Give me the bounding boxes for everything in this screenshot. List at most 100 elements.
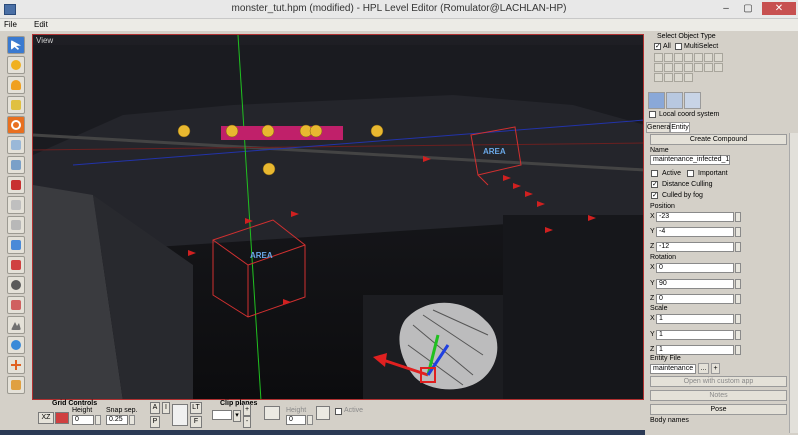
open-custom-app-button[interactable]: Open with custom app — [650, 376, 787, 387]
scale-x-input[interactable]: 1 — [656, 314, 734, 324]
entity-file-browse-button[interactable]: ... — [698, 363, 709, 374]
static-object-tool-button[interactable] — [7, 176, 25, 194]
type-filter-11[interactable] — [684, 63, 693, 72]
f-button[interactable]: F — [190, 416, 202, 428]
type-filter-5[interactable] — [694, 53, 703, 62]
fog-tool-button[interactable] — [7, 296, 25, 314]
scale-x-stepper[interactable] — [735, 314, 741, 324]
type-filter-9[interactable] — [664, 63, 673, 72]
position-x-stepper[interactable] — [735, 212, 741, 222]
scale-mode-button[interactable] — [684, 92, 701, 109]
rotation-x-input[interactable]: 0 — [656, 263, 734, 273]
name-input[interactable]: maintenance_infected_1 — [650, 155, 730, 165]
rotation-z-input[interactable]: 0 — [656, 294, 734, 304]
entity-tool-button[interactable] — [7, 196, 25, 214]
position-tool-button[interactable] — [7, 356, 25, 374]
i-button[interactable]: I — [162, 402, 170, 414]
scale-y-stepper[interactable] — [735, 330, 741, 340]
select-tool-button[interactable] — [7, 36, 25, 54]
terrain-tool-button[interactable] — [7, 316, 25, 334]
type-filter-14[interactable] — [714, 63, 723, 72]
type-filter-8[interactable] — [654, 63, 663, 72]
primitive-tool-button[interactable] — [7, 236, 25, 254]
important-checkbox[interactable] — [687, 170, 694, 177]
rotate-mode-button[interactable] — [666, 92, 683, 109]
clip-height-input[interactable]: 0 — [286, 415, 306, 425]
rotation-x-stepper[interactable] — [735, 263, 741, 273]
position-y-input[interactable]: -4 — [656, 227, 734, 237]
combine-tool-button[interactable] — [7, 336, 25, 354]
area-tool-button[interactable] — [7, 216, 25, 234]
type-filter-18[interactable] — [684, 73, 693, 82]
type-filter-7[interactable] — [714, 53, 723, 62]
notes-button[interactable]: Notes — [650, 390, 787, 401]
a-button[interactable]: A — [150, 402, 160, 414]
distance-culling-checkbox[interactable]: ✓ — [651, 181, 658, 188]
xz-plane-button[interactable]: XZ — [38, 412, 54, 424]
scale-z-input[interactable]: 1 — [656, 345, 734, 355]
clip-remove-button[interactable]: - — [243, 416, 251, 428]
texture-tool-button[interactable] — [7, 256, 25, 274]
type-filter-4[interactable] — [684, 53, 693, 62]
create-compound-button[interactable]: Create Compound — [650, 134, 787, 145]
light-tool-button[interactable] — [7, 56, 25, 74]
clip-height-stepper[interactable] — [307, 415, 313, 425]
active-checkbox[interactable] — [651, 170, 658, 177]
decal-tool-button[interactable] — [7, 136, 25, 154]
clip-dropdown-button[interactable]: ▾ — [233, 410, 241, 422]
entity-file-input[interactable]: maintenance — [650, 364, 696, 374]
type-filter-10[interactable] — [674, 63, 683, 72]
p-button[interactable]: P — [150, 416, 160, 428]
rotation-y-input[interactable]: 90 — [656, 279, 734, 289]
snap-separation-stepper[interactable] — [129, 415, 135, 425]
rotation-y-stepper[interactable] — [735, 279, 741, 289]
type-filter-2[interactable] — [664, 53, 673, 62]
type-filter-12[interactable] — [694, 63, 703, 72]
spotlight-tool-button[interactable] — [7, 76, 25, 94]
grid-toggle-button[interactable] — [55, 412, 69, 424]
billboard-tool-button[interactable] — [7, 96, 25, 114]
translate-mode-button[interactable] — [648, 92, 665, 109]
grid-height-input[interactable]: 0 — [72, 415, 94, 425]
type-filter-17[interactable] — [674, 73, 683, 82]
position-x-input[interactable]: -23 — [656, 212, 734, 222]
clip-slider[interactable] — [316, 406, 330, 420]
snap-separation-input[interactable]: 0.25 — [106, 415, 128, 425]
rotation-z-stepper[interactable] — [735, 294, 741, 304]
clip-plane-select[interactable] — [212, 410, 232, 420]
minimize-button[interactable]: – — [716, 2, 736, 15]
viewport-3d[interactable]: View AREA AREA — [32, 34, 644, 400]
clip-axis-button[interactable] — [264, 406, 280, 420]
type-filter-13[interactable] — [704, 63, 713, 72]
close-button[interactable]: ✕ — [762, 2, 796, 15]
type-filter-3[interactable] — [674, 53, 683, 62]
position-z-input[interactable]: -12 — [656, 242, 734, 252]
menu-edit[interactable]: Edit — [34, 20, 48, 29]
entity-file-add-button[interactable]: + — [711, 363, 720, 374]
maximize-button[interactable]: ▢ — [738, 2, 758, 15]
particle-tool-button[interactable] — [7, 116, 25, 134]
menu-file[interactable]: File — [4, 20, 17, 29]
type-filter-15[interactable] — [654, 73, 663, 82]
clip-active-checkbox[interactable] — [335, 408, 342, 415]
type-filter-6[interactable] — [704, 53, 713, 62]
view-layout-button[interactable] — [172, 404, 188, 426]
pose-button[interactable]: Pose — [650, 404, 787, 415]
tab-general[interactable]: General — [646, 122, 672, 133]
sound-tool-button[interactable] — [7, 156, 25, 174]
scale-z-stepper[interactable] — [735, 345, 741, 355]
properties-scrollbar[interactable] — [789, 133, 798, 433]
misc-tool-button[interactable] — [7, 376, 25, 394]
type-filter-1[interactable] — [654, 53, 663, 62]
scale-y-input[interactable]: 1 — [656, 330, 734, 340]
position-z-stepper[interactable] — [735, 242, 741, 252]
lt-button[interactable]: LT — [190, 402, 202, 414]
type-filter-16[interactable] — [664, 73, 673, 82]
multiselect-checkbox[interactable] — [675, 43, 682, 50]
all-checkbox[interactable]: ✓ — [654, 43, 661, 50]
tab-entity[interactable]: Entity — [670, 122, 690, 133]
clip-add-button[interactable]: + — [243, 404, 251, 416]
culled-by-fog-checkbox[interactable]: ✓ — [651, 192, 658, 199]
local-coord-checkbox[interactable] — [649, 111, 656, 118]
joint-tool-button[interactable] — [7, 276, 25, 294]
